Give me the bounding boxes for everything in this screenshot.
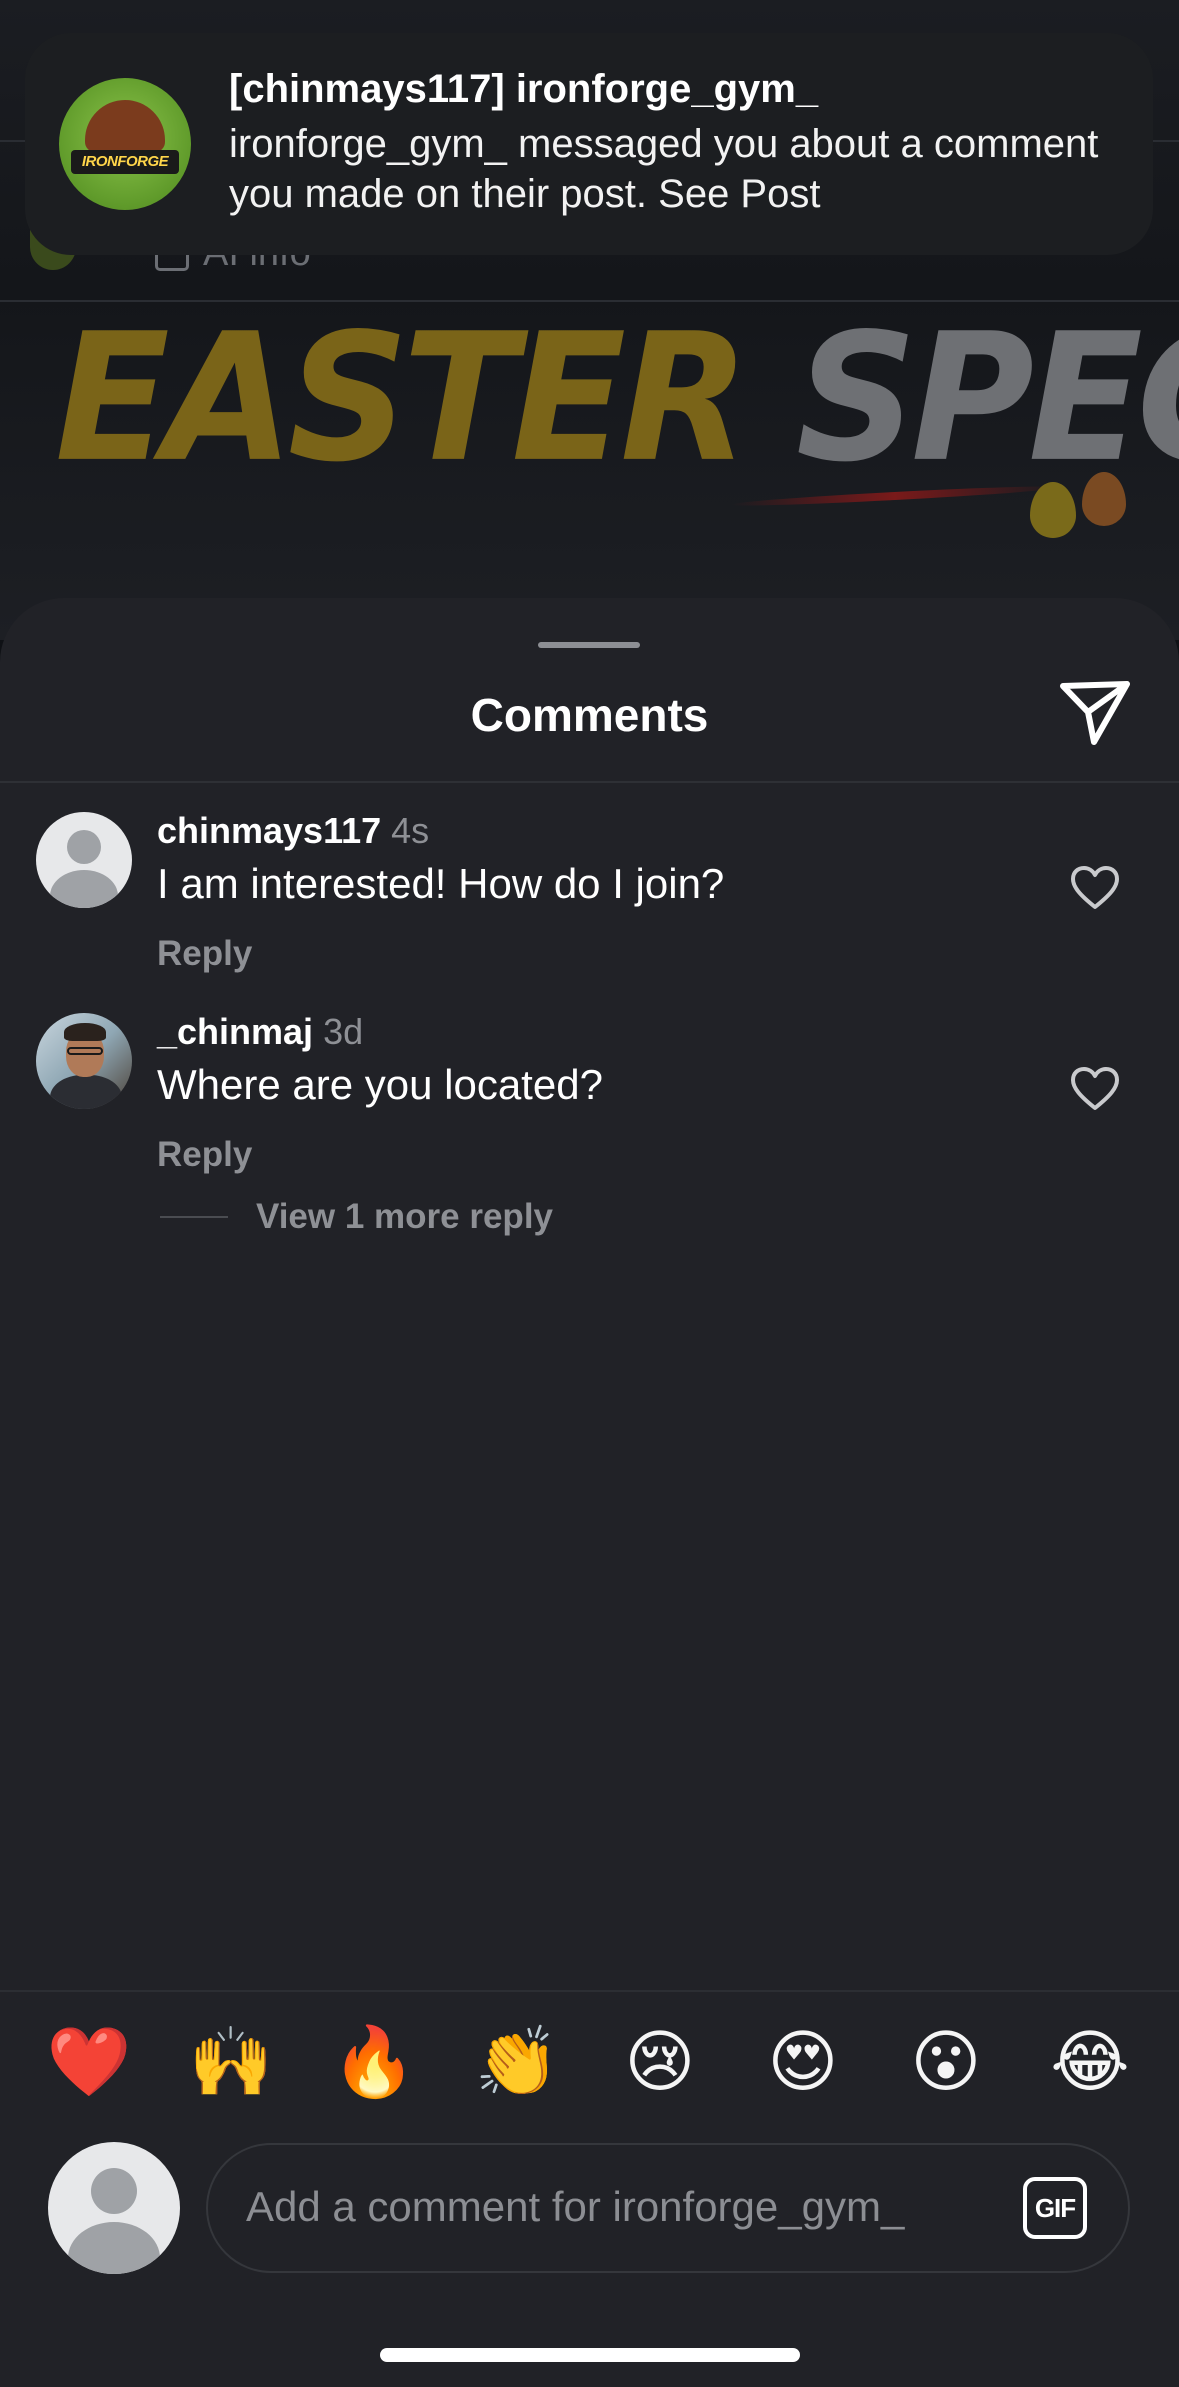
avatar[interactable] bbox=[36, 1013, 132, 1109]
notification-banner[interactable]: IRONFORGE [chinmays117] ironforge_gym_ i… bbox=[25, 33, 1153, 255]
reply-button[interactable]: Reply bbox=[157, 934, 252, 974]
heart-icon[interactable] bbox=[1070, 865, 1120, 911]
comment-time: 4s bbox=[391, 810, 430, 851]
emoji-heart[interactable]: ❤️ bbox=[44, 2018, 134, 2108]
post-headline: EASTER SPECIAL bbox=[55, 295, 1179, 501]
emoji-laughing[interactable]: 😂 bbox=[1045, 2018, 1135, 2108]
comment-input[interactable]: Add a comment for ironforge_gym_ GIF bbox=[206, 2143, 1130, 2273]
comment-text: I am interested! How do I join? bbox=[157, 860, 725, 907]
reply-thread-line bbox=[160, 1216, 228, 1218]
comment-text: Where are you located? bbox=[157, 1061, 603, 1108]
quick-reaction-bar: ❤️ 🙌 🔥 👏 😢 😍 😮 😂 bbox=[0, 2018, 1179, 2108]
emoji-raising-hands[interactable]: 🙌 bbox=[186, 2018, 276, 2108]
paper-plane-icon[interactable] bbox=[1058, 678, 1132, 748]
current-user-avatar bbox=[48, 2142, 180, 2274]
ironforge-logo: IRONFORGE bbox=[59, 78, 191, 210]
logo-text: IRONFORGE bbox=[81, 153, 169, 170]
home-indicator[interactable] bbox=[380, 2348, 800, 2362]
emoji-fire[interactable]: 🔥 bbox=[329, 2018, 419, 2108]
emoji-clap[interactable]: 👏 bbox=[472, 2018, 562, 2108]
emoji-surprised[interactable]: 😮 bbox=[901, 2018, 991, 2108]
comments-sheet: Comments chinmays117 4s I am interested! … bbox=[0, 598, 1179, 2387]
notification-body: ironforge_gym_ messaged you about a comm… bbox=[229, 122, 1099, 216]
divider bbox=[0, 781, 1179, 783]
gif-button[interactable]: GIF bbox=[1023, 2177, 1087, 2239]
avatar[interactable] bbox=[36, 812, 132, 908]
sheet-grabber[interactable] bbox=[538, 642, 640, 648]
comment-input-placeholder: Add a comment for ironforge_gym_ bbox=[246, 2183, 905, 2230]
emoji-heart-eyes[interactable]: 😍 bbox=[758, 2018, 848, 2108]
logo-emblem bbox=[85, 100, 165, 152]
headline-word-1: EASTER bbox=[55, 295, 749, 501]
headline-word-2: SPECIAL bbox=[796, 295, 1179, 501]
reply-button[interactable]: Reply bbox=[157, 1135, 252, 1175]
comment-username[interactable]: _chinmaj 3d bbox=[157, 1011, 363, 1053]
emoji-crying[interactable]: 😢 bbox=[615, 2018, 705, 2108]
sheet-title: Comments bbox=[470, 689, 709, 741]
comment-time: 3d bbox=[323, 1011, 364, 1052]
view-more-replies-button[interactable]: View 1 more reply bbox=[160, 1197, 553, 1237]
comment-username[interactable]: chinmays117 4s bbox=[157, 810, 429, 852]
heart-icon[interactable] bbox=[1070, 1066, 1120, 1112]
notification-title: [chinmays117] ironforge_gym_ bbox=[229, 67, 819, 111]
divider bbox=[0, 1990, 1179, 1992]
